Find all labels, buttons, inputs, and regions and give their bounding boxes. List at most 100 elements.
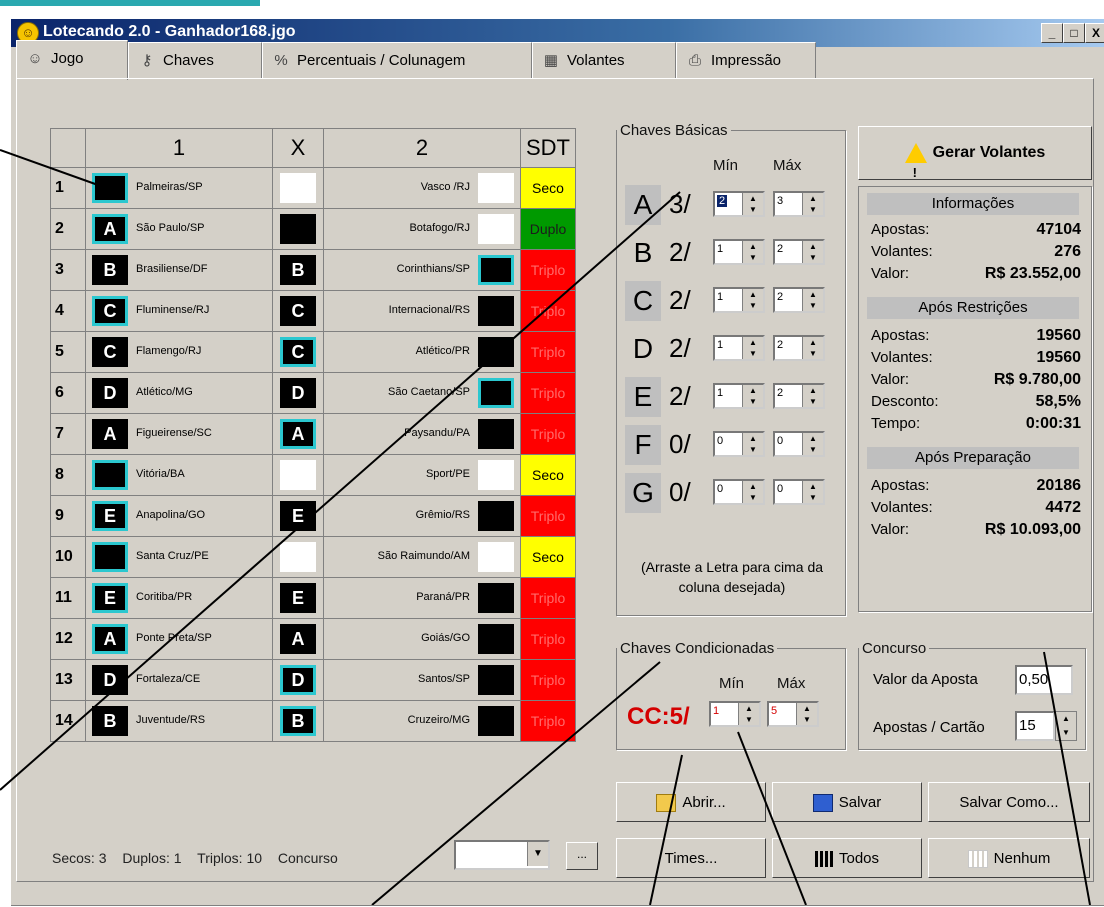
updown-icon[interactable]: ▲ ▼ bbox=[742, 385, 763, 407]
key-box[interactable]: D bbox=[92, 665, 128, 695]
key-box[interactable] bbox=[280, 542, 316, 572]
key-box[interactable] bbox=[478, 378, 514, 408]
colx-cell[interactable]: A bbox=[272, 413, 324, 455]
key-box[interactable]: A bbox=[280, 419, 316, 449]
key-box[interactable]: C bbox=[92, 337, 128, 367]
max-spinner[interactable]: 2 ▲ ▼ bbox=[773, 335, 825, 361]
colx-cell[interactable]: D bbox=[272, 372, 324, 414]
updown-icon[interactable]: ▲ ▼ bbox=[802, 337, 823, 359]
updown-icon[interactable]: ▲ ▼ bbox=[742, 481, 763, 503]
key-box[interactable] bbox=[478, 665, 514, 695]
col1-cell[interactable]: D Atlético/MG bbox=[85, 372, 273, 414]
colx-cell[interactable] bbox=[272, 208, 324, 250]
tab-jogo[interactable]: ☺ Jogo bbox=[16, 40, 128, 80]
col2-cell[interactable]: Grêmio/RS bbox=[323, 495, 521, 537]
key-box[interactable]: B bbox=[280, 255, 316, 285]
sdt-cell[interactable]: Triplo bbox=[520, 372, 576, 414]
min-spinner[interactable]: 1 ▲ ▼ bbox=[713, 383, 765, 409]
key-box[interactable] bbox=[478, 337, 514, 367]
sdt-cell[interactable]: Triplo bbox=[520, 618, 576, 660]
colx-cell[interactable]: A bbox=[272, 618, 324, 660]
updown-icon[interactable]: ▲ ▼ bbox=[802, 241, 823, 263]
nenhum-button[interactable]: Nenhum bbox=[928, 838, 1090, 878]
colx-cell[interactable]: D bbox=[272, 659, 324, 701]
chevron-down-icon[interactable]: ▼ bbox=[527, 842, 548, 866]
updown-icon[interactable]: ▲ ▼ bbox=[742, 433, 763, 455]
key-box[interactable]: A bbox=[92, 419, 128, 449]
col1-cell[interactable]: D Fortaleza/CE bbox=[85, 659, 273, 701]
sdt-cell[interactable]: Triplo bbox=[520, 577, 576, 619]
max-spinner[interactable]: 0 ▲ ▼ bbox=[773, 479, 825, 505]
col2-cell[interactable]: Sport/PE bbox=[323, 454, 521, 496]
browse-button[interactable]: ... bbox=[566, 842, 598, 870]
key-box[interactable]: B bbox=[92, 255, 128, 285]
key-box[interactable]: D bbox=[280, 665, 316, 695]
close-button[interactable]: X bbox=[1085, 23, 1104, 43]
key-box[interactable]: B bbox=[92, 706, 128, 736]
chave-letter[interactable]: C bbox=[625, 281, 661, 321]
col2-cell[interactable]: Paysandu/PA bbox=[323, 413, 521, 455]
col1-cell[interactable]: Vitória/BA bbox=[85, 454, 273, 496]
updown-icon[interactable]: ▲ ▼ bbox=[802, 385, 823, 407]
salvar-como-button[interactable]: Salvar Como... bbox=[928, 782, 1090, 822]
chave-letter[interactable]: A bbox=[625, 185, 661, 225]
key-box[interactable]: E bbox=[92, 501, 128, 531]
cc-min-spinner[interactable]: 1 ▲ ▼ bbox=[709, 701, 761, 727]
col2-cell[interactable]: Vasco /RJ bbox=[323, 167, 521, 209]
min-spinner[interactable]: 0 ▲ ▼ bbox=[713, 479, 765, 505]
updown-icon[interactable]: ▲ ▼ bbox=[1055, 712, 1076, 740]
col1-cell[interactable]: A Figueirense/SC bbox=[85, 413, 273, 455]
col1-cell[interactable]: A Ponte Preta/SP bbox=[85, 618, 273, 660]
sdt-cell[interactable]: Seco bbox=[520, 536, 576, 578]
sdt-cell[interactable]: Triplo bbox=[520, 331, 576, 373]
updown-icon[interactable]: ▲ ▼ bbox=[802, 481, 823, 503]
updown-icon[interactable]: ▲ ▼ bbox=[738, 703, 759, 725]
colx-cell[interactable]: E bbox=[272, 577, 324, 619]
sdt-cell[interactable]: Triplo bbox=[520, 700, 576, 742]
tab-volantes[interactable]: ▦ Volantes bbox=[532, 42, 676, 78]
key-box[interactable] bbox=[478, 706, 514, 736]
min-spinner[interactable]: 0 ▲ ▼ bbox=[713, 431, 765, 457]
chave-letter[interactable]: D bbox=[625, 329, 661, 369]
updown-icon[interactable]: ▲ ▼ bbox=[742, 289, 763, 311]
col1-cell[interactable]: A São Paulo/SP bbox=[85, 208, 273, 250]
min-spinner[interactable]: 1 ▲ ▼ bbox=[713, 335, 765, 361]
todos-button[interactable]: Todos bbox=[772, 838, 922, 878]
key-box[interactable] bbox=[478, 501, 514, 531]
abrir-button[interactable]: Abrir... bbox=[616, 782, 766, 822]
key-box[interactable] bbox=[280, 460, 316, 490]
col2-cell[interactable]: Goiás/GO bbox=[323, 618, 521, 660]
max-spinner[interactable]: 2 ▲ ▼ bbox=[773, 239, 825, 265]
col2-cell[interactable]: Santos/SP bbox=[323, 659, 521, 701]
col1-cell[interactable]: C Flamengo/RJ bbox=[85, 331, 273, 373]
tab-percentuais[interactable]: % Percentuais / Colunagem bbox=[262, 42, 532, 78]
key-box[interactable]: E bbox=[280, 501, 316, 531]
sdt-cell[interactable]: Triplo bbox=[520, 290, 576, 332]
key-box[interactable]: E bbox=[92, 583, 128, 613]
salvar-button[interactable]: Salvar bbox=[772, 782, 922, 822]
sdt-cell[interactable]: Triplo bbox=[520, 413, 576, 455]
key-box[interactable] bbox=[92, 460, 128, 490]
key-box[interactable] bbox=[280, 173, 316, 203]
col2-cell[interactable]: São Raimundo/AM bbox=[323, 536, 521, 578]
key-box[interactable]: C bbox=[92, 296, 128, 326]
colx-cell[interactable]: C bbox=[272, 331, 324, 373]
key-box[interactable]: B bbox=[280, 706, 316, 736]
chave-letter[interactable]: G bbox=[625, 473, 661, 513]
key-box[interactable] bbox=[478, 214, 514, 244]
key-box[interactable]: D bbox=[280, 378, 316, 408]
max-spinner[interactable]: 3 ▲ ▼ bbox=[773, 191, 825, 217]
col1-cell[interactable]: C Fluminense/RJ bbox=[85, 290, 273, 332]
chave-letter[interactable]: E bbox=[625, 377, 661, 417]
key-box[interactable] bbox=[478, 296, 514, 326]
tab-chaves[interactable]: ⚷ Chaves bbox=[128, 42, 262, 78]
cc-max-spinner[interactable]: 5 ▲ ▼ bbox=[767, 701, 819, 727]
col1-cell[interactable]: Palmeiras/SP bbox=[85, 167, 273, 209]
gerar-volantes-button[interactable]: ! Gerar Volantes bbox=[858, 126, 1092, 180]
valor-aposta-input[interactable]: 0,50 bbox=[1015, 665, 1073, 695]
sdt-cell[interactable]: Duplo bbox=[520, 208, 576, 250]
col1-cell[interactable]: Santa Cruz/PE bbox=[85, 536, 273, 578]
updown-icon[interactable]: ▲ ▼ bbox=[742, 337, 763, 359]
col2-cell[interactable]: Corinthians/SP bbox=[323, 249, 521, 291]
min-spinner[interactable]: 1 ▲ ▼ bbox=[713, 239, 765, 265]
